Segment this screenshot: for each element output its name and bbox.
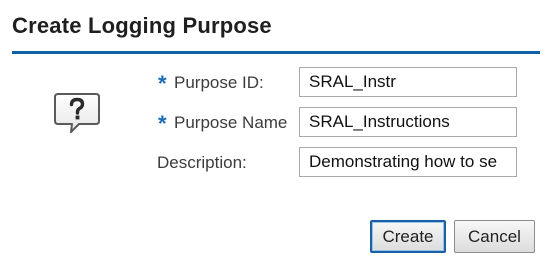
purpose-id-label: Purpose ID:	[174, 73, 264, 92]
dialog-title: Create Logging Purpose	[12, 13, 272, 38]
purpose-name-label: Purpose Name	[174, 113, 288, 132]
title-divider	[12, 51, 540, 54]
create-button[interactable]: Create	[370, 220, 446, 253]
description-label: Description:	[157, 153, 247, 172]
cancel-button[interactable]: Cancel	[454, 220, 535, 253]
description-input[interactable]	[299, 147, 517, 177]
create-logging-purpose-dialog: Create Logging Purpose * Purpose ID: * P…	[0, 0, 546, 279]
help-icon	[53, 92, 101, 140]
required-indicator: *	[158, 111, 167, 136]
label-clip	[289, 107, 299, 137]
required-indicator: *	[158, 71, 167, 96]
purpose-id-input[interactable]	[299, 67, 517, 97]
help-speech-bubble-icon	[54, 93, 100, 133]
purpose-name-input[interactable]	[299, 107, 517, 137]
